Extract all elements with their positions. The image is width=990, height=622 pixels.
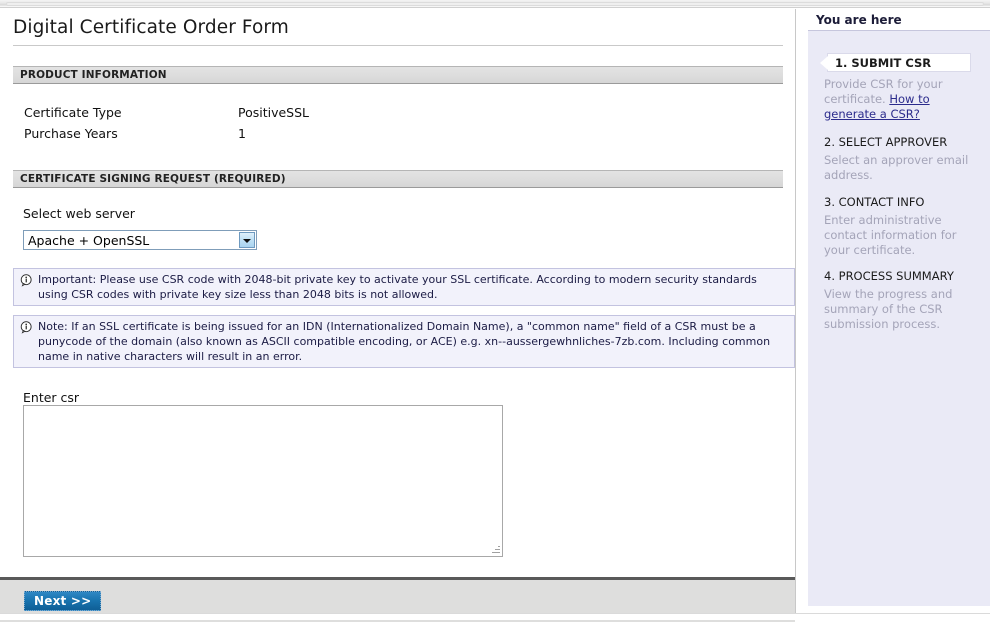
info-icon bbox=[20, 321, 32, 334]
title-divider bbox=[13, 45, 783, 46]
notice-idn: Note: If an SSL certificate is being iss… bbox=[13, 315, 795, 368]
web-server-select[interactable]: Apache + OpenSSL bbox=[23, 230, 257, 250]
window-top-strip bbox=[0, 0, 990, 8]
next-button[interactable]: Next >> bbox=[24, 591, 102, 611]
window-top-strip-inner bbox=[6, 2, 984, 6]
notice-important: Important: Please use CSR code with 2048… bbox=[13, 268, 795, 306]
sidebar-steps: 1. SUBMIT CSR Provide CSR for your certi… bbox=[808, 32, 990, 606]
sidebar-step-select-approver-label[interactable]: 2. SELECT APPROVER bbox=[824, 135, 947, 149]
you-are-here-sidebar: You are here 1. SUBMIT CSR Provide CSR f… bbox=[808, 9, 990, 606]
purchase-years-value: 1 bbox=[238, 126, 246, 141]
chevron-down-icon[interactable] bbox=[239, 232, 255, 248]
enter-csr-label: Enter csr bbox=[23, 390, 80, 405]
info-icon bbox=[20, 274, 32, 287]
sidebar-step-submit-csr-desc: Provide CSR for your certificate. How to… bbox=[824, 77, 976, 122]
sidebar-step-process-summary-desc: View the progress and summary of the CSR… bbox=[824, 287, 953, 331]
sidebar-step-select-approver-desc: Select an approver email address. bbox=[824, 153, 969, 182]
page-root: Digital Certificate Order Form PRODUCT I… bbox=[0, 0, 990, 622]
select-web-server-label: Select web server bbox=[23, 206, 135, 221]
resize-handle-icon[interactable] bbox=[490, 544, 501, 555]
sidebar-step-contact-info-desc: Enter administrative contact information… bbox=[824, 213, 957, 257]
csr-textarea[interactable] bbox=[23, 405, 503, 557]
page-title: Digital Certificate Order Form bbox=[13, 17, 289, 38]
certificate-type-label: Certificate Type bbox=[24, 105, 122, 120]
notice-important-text: Important: Please use CSR code with 2048… bbox=[38, 273, 757, 301]
active-step-pointer-icon bbox=[820, 56, 828, 70]
section-header-product-information-label: PRODUCT INFORMATION bbox=[20, 69, 167, 81]
section-header-csr-label: CERTIFICATE SIGNING REQUEST (REQUIRED) bbox=[20, 173, 286, 185]
web-server-select-value: Apache + OpenSSL bbox=[28, 233, 150, 248]
purchase-years-label: Purchase Years bbox=[24, 126, 118, 141]
window-bottom-edge bbox=[0, 613, 990, 620]
notice-idn-text: Note: If an SSL certificate is being iss… bbox=[38, 320, 771, 363]
order-form-panel: Digital Certificate Order Form PRODUCT I… bbox=[0, 9, 796, 622]
sidebar-step-submit-csr[interactable]: 1. SUBMIT CSR bbox=[820, 53, 971, 72]
section-header-csr: CERTIFICATE SIGNING REQUEST (REQUIRED) bbox=[13, 170, 783, 188]
sidebar-header-label: You are here bbox=[816, 13, 902, 27]
sidebar-header: You are here bbox=[808, 9, 990, 31]
section-header-product-information: PRODUCT INFORMATION bbox=[13, 66, 783, 84]
sidebar-step-process-summary-label[interactable]: 4. PROCESS SUMMARY bbox=[824, 269, 954, 283]
sidebar-step-submit-csr-label: 1. SUBMIT CSR bbox=[835, 56, 932, 70]
sidebar-step-contact-info-label[interactable]: 3. CONTACT INFO bbox=[824, 195, 924, 209]
certificate-type-value: PositiveSSL bbox=[238, 105, 310, 120]
